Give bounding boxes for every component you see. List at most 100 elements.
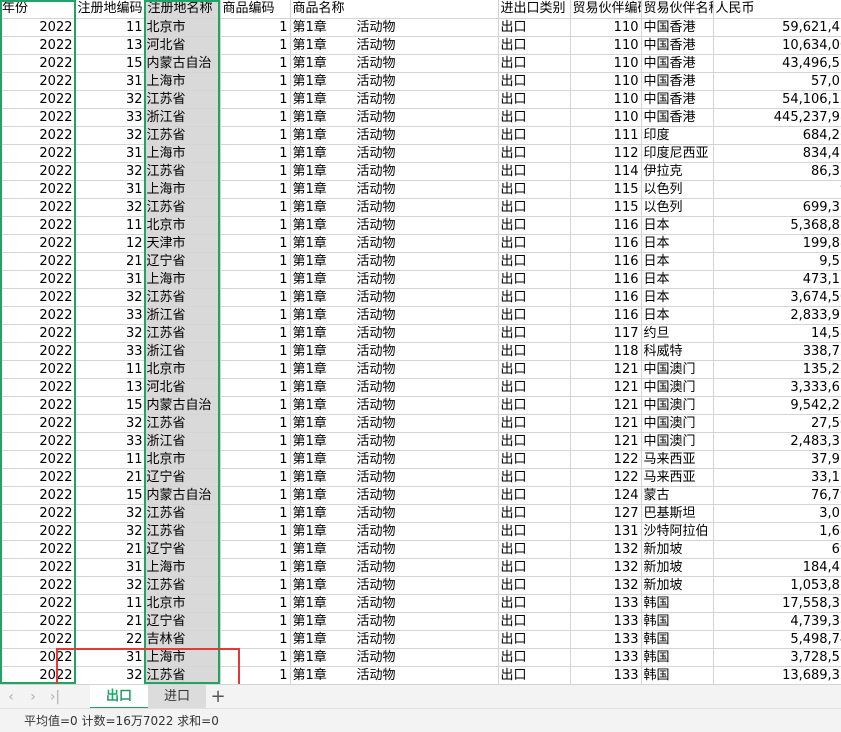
partner-name-cell[interactable]: 蒙古 bbox=[641, 486, 714, 505]
trade-type-cell[interactable]: 出口 bbox=[498, 198, 571, 217]
region-code-cell[interactable]: 32 bbox=[75, 414, 146, 433]
partner-name-cell[interactable]: 韩国 bbox=[641, 594, 714, 613]
trade-type-cell[interactable]: 出口 bbox=[498, 108, 571, 127]
region-name-cell[interactable]: 内蒙古自治 bbox=[145, 54, 221, 73]
region-name-cell[interactable]: 河北省 bbox=[145, 378, 221, 397]
goods-name-cell[interactable]: 第1章 活动物 bbox=[290, 432, 499, 451]
year-cell[interactable]: 2022 bbox=[0, 630, 76, 649]
trade-type-cell[interactable]: 出口 bbox=[498, 18, 571, 37]
partner-name-cell[interactable]: 日本 bbox=[641, 288, 714, 307]
year-cell[interactable]: 2022 bbox=[0, 360, 76, 379]
rmb-amount-cell[interactable]: 76,795 bbox=[713, 486, 841, 505]
region-name-cell[interactable]: 上海市 bbox=[145, 558, 221, 577]
region-code-cell[interactable]: 31 bbox=[75, 144, 146, 163]
column-header[interactable]: 商品名称 bbox=[290, 0, 499, 19]
next-sheet-icon[interactable]: › bbox=[22, 689, 44, 705]
region-code-cell[interactable]: 33 bbox=[75, 108, 146, 127]
year-cell[interactable]: 2022 bbox=[0, 72, 76, 91]
rmb-amount-cell[interactable]: 445,237,982 bbox=[713, 108, 841, 127]
goods-name-cell[interactable]: 第1章 活动物 bbox=[290, 18, 499, 37]
trade-type-cell[interactable]: 出口 bbox=[498, 252, 571, 271]
partner-code-cell[interactable]: 110 bbox=[570, 54, 642, 73]
rmb-amount-cell[interactable]: 1,689 bbox=[713, 522, 841, 541]
rmb-amount-cell[interactable]: 86,330 bbox=[713, 162, 841, 181]
partner-code-cell[interactable]: 112 bbox=[570, 144, 642, 163]
partner-code-cell[interactable]: 115 bbox=[570, 198, 642, 217]
region-name-cell[interactable]: 上海市 bbox=[145, 144, 221, 163]
region-code-cell[interactable]: 32 bbox=[75, 576, 146, 595]
goods-code-cell[interactable]: 1 bbox=[220, 234, 291, 253]
goods-code-cell[interactable]: 1 bbox=[220, 126, 291, 145]
goods-name-cell[interactable]: 第1章 活动物 bbox=[290, 558, 499, 577]
rmb-amount-cell[interactable]: 473,171 bbox=[713, 270, 841, 289]
region-name-cell[interactable]: 江苏省 bbox=[145, 576, 221, 595]
trade-type-cell[interactable]: 出口 bbox=[498, 216, 571, 235]
partner-name-cell[interactable]: 中国香港 bbox=[641, 18, 714, 37]
goods-name-cell[interactable]: 第1章 活动物 bbox=[290, 666, 499, 684]
region-name-cell[interactable]: 北京市 bbox=[145, 216, 221, 235]
year-cell[interactable]: 2022 bbox=[0, 198, 76, 217]
goods-code-cell[interactable]: 1 bbox=[220, 504, 291, 523]
goods-name-cell[interactable]: 第1章 活动物 bbox=[290, 306, 499, 325]
region-code-cell[interactable]: 33 bbox=[75, 432, 146, 451]
goods-code-cell[interactable]: 1 bbox=[220, 522, 291, 541]
trade-type-cell[interactable]: 出口 bbox=[498, 594, 571, 613]
region-code-cell[interactable]: 32 bbox=[75, 522, 146, 541]
goods-code-cell[interactable]: 1 bbox=[220, 90, 291, 109]
partner-name-cell[interactable]: 新加坡 bbox=[641, 576, 714, 595]
region-code-cell[interactable]: 11 bbox=[75, 594, 146, 613]
region-name-cell[interactable]: 江苏省 bbox=[145, 324, 221, 343]
trade-type-cell[interactable]: 出口 bbox=[498, 378, 571, 397]
partner-code-cell[interactable]: 110 bbox=[570, 18, 642, 37]
year-cell[interactable]: 2022 bbox=[0, 558, 76, 577]
goods-name-cell[interactable]: 第1章 活动物 bbox=[290, 324, 499, 343]
column-header[interactable]: 进出口类别 bbox=[498, 0, 571, 19]
trade-type-cell[interactable]: 出口 bbox=[498, 666, 571, 684]
trade-type-cell[interactable]: 出口 bbox=[498, 306, 571, 325]
partner-name-cell[interactable]: 马来西亚 bbox=[641, 468, 714, 487]
trade-type-cell[interactable]: 出口 bbox=[498, 36, 571, 55]
rmb-amount-cell[interactable]: 59,621,450 bbox=[713, 18, 841, 37]
trade-type-cell[interactable]: 出口 bbox=[498, 234, 571, 253]
trade-type-cell[interactable]: 出口 bbox=[498, 342, 571, 361]
year-cell[interactable]: 2022 bbox=[0, 342, 76, 361]
rmb-amount-cell[interactable]: 33,113 bbox=[713, 468, 841, 487]
year-cell[interactable]: 2022 bbox=[0, 594, 76, 613]
goods-code-cell[interactable]: 1 bbox=[220, 630, 291, 649]
goods-code-cell[interactable]: 1 bbox=[220, 558, 291, 577]
region-code-cell[interactable]: 32 bbox=[75, 324, 146, 343]
partner-name-cell[interactable]: 科威特 bbox=[641, 342, 714, 361]
partner-code-cell[interactable]: 121 bbox=[570, 396, 642, 415]
year-cell[interactable]: 2022 bbox=[0, 648, 76, 667]
rmb-amount-cell[interactable]: 14,584 bbox=[713, 324, 841, 343]
rmb-amount-cell[interactable]: 199,887 bbox=[713, 234, 841, 253]
rmb-amount-cell[interactable]: 5,368,811 bbox=[713, 216, 841, 235]
rmb-amount-cell[interactable]: 3,674,504 bbox=[713, 288, 841, 307]
partner-code-cell[interactable]: 110 bbox=[570, 108, 642, 127]
partner-name-cell[interactable]: 中国澳门 bbox=[641, 432, 714, 451]
goods-name-cell[interactable]: 第1章 活动物 bbox=[290, 90, 499, 109]
rmb-amount-cell[interactable]: 43,496,572 bbox=[713, 54, 841, 73]
partner-code-cell[interactable]: 121 bbox=[570, 414, 642, 433]
partner-name-cell[interactable]: 印度 bbox=[641, 126, 714, 145]
partner-code-cell[interactable]: 114 bbox=[570, 162, 642, 181]
partner-code-cell[interactable]: 116 bbox=[570, 216, 642, 235]
tab-import[interactable]: 进口 bbox=[148, 684, 207, 709]
region-code-cell[interactable]: 31 bbox=[75, 180, 146, 199]
region-name-cell[interactable]: 河北省 bbox=[145, 36, 221, 55]
add-sheet-icon[interactable]: + bbox=[206, 686, 230, 707]
goods-code-cell[interactable]: 1 bbox=[220, 288, 291, 307]
rmb-amount-cell[interactable]: 10,634,000 bbox=[713, 36, 841, 55]
rmb-amount-cell[interactable]: 2,833,915 bbox=[713, 306, 841, 325]
rmb-amount-cell[interactable]: 5,498,747 bbox=[713, 630, 841, 649]
column-header[interactable]: 年份 bbox=[0, 0, 76, 19]
goods-name-cell[interactable]: 第1章 活动物 bbox=[290, 162, 499, 181]
region-code-cell[interactable]: 31 bbox=[75, 558, 146, 577]
partner-code-cell[interactable]: 121 bbox=[570, 360, 642, 379]
column-header[interactable]: 贸易伙伴编码 bbox=[570, 0, 642, 19]
year-cell[interactable]: 2022 bbox=[0, 468, 76, 487]
partner-code-cell[interactable]: 116 bbox=[570, 252, 642, 271]
region-name-cell[interactable]: 江苏省 bbox=[145, 288, 221, 307]
region-name-cell[interactable]: 江苏省 bbox=[145, 504, 221, 523]
goods-code-cell[interactable]: 1 bbox=[220, 36, 291, 55]
